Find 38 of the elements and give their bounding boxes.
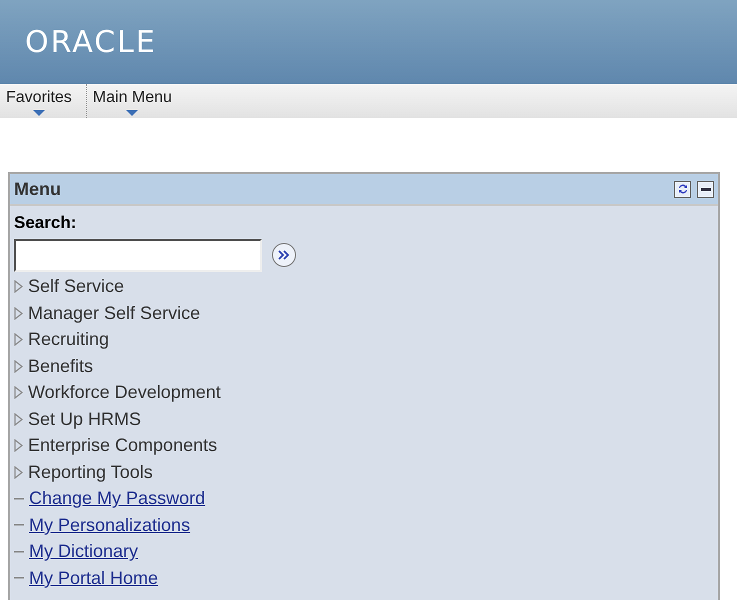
dash-icon	[14, 577, 24, 580]
menu-folder[interactable]: Enterprise Components	[28, 432, 218, 460]
search-label: Search:	[14, 212, 78, 234]
dash-icon	[14, 524, 24, 526]
menu-folder[interactable]: Workforce Development	[28, 379, 221, 406]
expand-triangle-icon[interactable]	[14, 466, 23, 479]
refresh-button[interactable]	[674, 180, 691, 198]
expand-triangle-icon[interactable]	[14, 280, 23, 294]
menu-folder[interactable]: Reporting Tools	[28, 458, 153, 486]
search-go-button[interactable]	[272, 243, 296, 267]
refresh-icon	[676, 183, 688, 195]
panel-title: Menu	[14, 178, 61, 200]
menu-link[interactable]: My Portal Home	[29, 564, 158, 592]
menu-folder[interactable]: Set Up HRMS	[28, 406, 142, 433]
menu-link[interactable]: My Personalizations	[29, 512, 190, 539]
minimize-button[interactable]	[697, 180, 714, 198]
expand-triangle-icon[interactable]	[14, 386, 23, 400]
menu-bar-item[interactable]: Favorites	[0, 84, 78, 118]
expand-triangle-icon[interactable]	[14, 439, 23, 452]
dropdown-arrow-icon	[32, 110, 45, 116]
logo: ORACLE	[25, 24, 157, 62]
menu-link[interactable]: Change My Password	[29, 485, 206, 512]
menu-folder[interactable]: Benefits	[28, 352, 94, 380]
expand-triangle-icon[interactable]	[14, 333, 23, 346]
expand-triangle-icon[interactable]	[14, 412, 23, 426]
expand-triangle-icon[interactable]	[14, 306, 23, 320]
expand-triangle-icon[interactable]	[14, 360, 23, 373]
minus-icon	[700, 188, 710, 190]
double-chevron-icon	[278, 250, 290, 260]
menu-bar-item[interactable]: Main Menu	[86, 84, 178, 118]
dash-icon	[14, 550, 24, 553]
dash-icon	[14, 498, 24, 500]
menu-folder[interactable]: Manager Self Service	[28, 300, 200, 327]
menu-folder[interactable]: Self Service	[28, 273, 124, 300]
search-field[interactable]	[14, 238, 262, 272]
menu-folder[interactable]: Recruiting	[28, 326, 110, 354]
dropdown-arrow-icon	[126, 110, 138, 116]
menu-link[interactable]: My Dictionary	[29, 538, 138, 566]
